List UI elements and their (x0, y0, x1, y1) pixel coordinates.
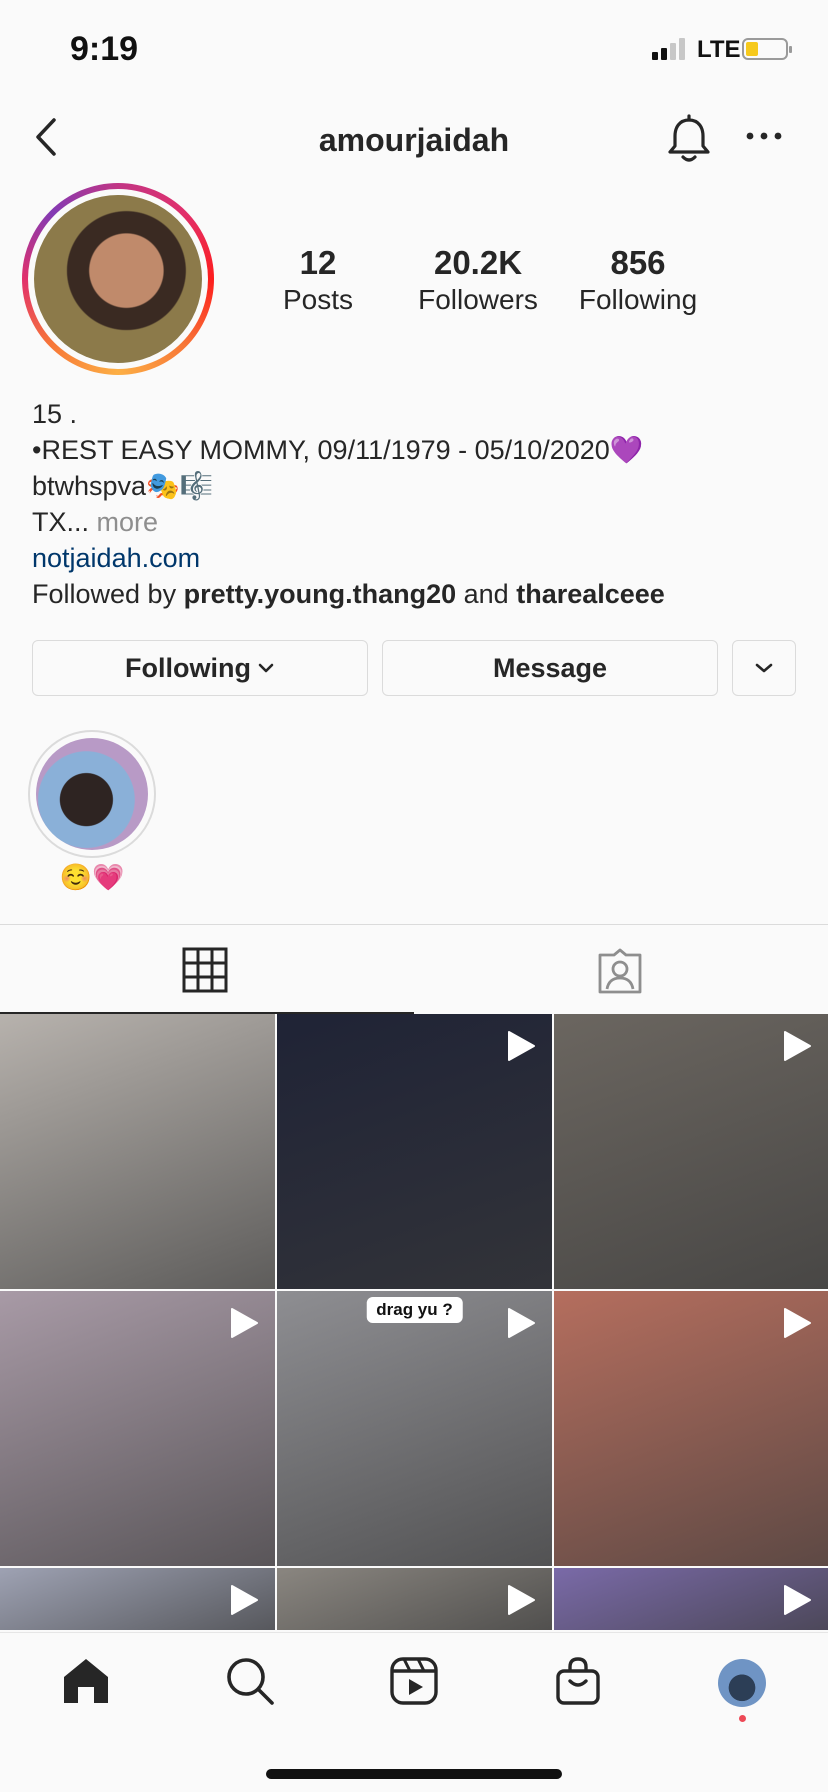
stat-followers[interactable]: 20.2K Followers (398, 244, 558, 316)
bio-location: TX... (32, 507, 90, 537)
profile-header: amourjaidah (0, 100, 828, 180)
story-highlight[interactable] (28, 730, 156, 858)
stat-posts-count: 12 (299, 244, 337, 281)
bio-line: btwhspva🎭🎼 (32, 471, 214, 501)
home-icon[interactable] (60, 1655, 112, 1707)
post-thumbnail[interactable] (0, 1568, 275, 1630)
bio-line: TX... more (32, 504, 802, 540)
post-thumbnail[interactable] (277, 1568, 552, 1630)
stat-posts[interactable]: 12 Posts (238, 244, 398, 316)
chevron-down-icon (258, 663, 274, 673)
signal-icon (652, 38, 685, 60)
post-thumbnail[interactable] (554, 1568, 828, 1630)
post-thumbnail[interactable] (554, 1014, 828, 1289)
stat-following-label: Following (578, 284, 698, 315)
bio-line: •REST EASY MOMMY, 09/11/1979 - 05/10/202… (32, 435, 644, 465)
play-icon (508, 1308, 535, 1338)
tagged-icon[interactable] (596, 947, 644, 995)
notification-dot (739, 1715, 746, 1722)
play-icon (784, 1585, 811, 1615)
post-thumbnail[interactable] (0, 1014, 275, 1289)
play-icon (231, 1585, 258, 1615)
post-thumbnail[interactable] (0, 1291, 275, 1566)
shop-icon[interactable] (552, 1655, 604, 1707)
play-icon (508, 1585, 535, 1615)
message-button[interactable]: Message (382, 640, 718, 696)
followed-by-user[interactable]: tharealceee (516, 579, 665, 609)
post-thumbnail[interactable] (277, 1014, 552, 1289)
message-button-label: Message (492, 652, 608, 683)
play-icon (784, 1031, 811, 1061)
avatar-image (34, 195, 202, 363)
followed-by-prefix: Followed by (32, 579, 177, 609)
stat-following[interactable]: 856 Following (558, 244, 718, 316)
network-label: LTE (697, 36, 741, 63)
stat-followers-label: Followers (418, 284, 538, 315)
play-icon (231, 1308, 258, 1338)
stat-posts-label: Posts (282, 284, 354, 315)
post-thumbnail[interactable]: drag yu ? (277, 1291, 552, 1566)
status-time: 9:19 (70, 30, 139, 68)
following-button-label: Following (125, 652, 251, 683)
following-button[interactable]: Following (32, 640, 368, 696)
play-icon (508, 1031, 535, 1061)
more-options-icon[interactable] (744, 128, 784, 144)
followed-by-user[interactable]: pretty.young.thang20 (184, 579, 457, 609)
status-bar: 9:19 LTE (0, 0, 828, 100)
battery-icon (742, 38, 792, 60)
grid-icon[interactable] (182, 947, 228, 993)
chevron-down-icon (755, 663, 773, 673)
suggested-accounts-button[interactable] (732, 640, 796, 696)
followed-by-and: and (463, 579, 509, 609)
profile-tabs (0, 924, 828, 1014)
reels-icon[interactable] (388, 1655, 440, 1707)
post-caption-overlay: drag yu ? (366, 1297, 463, 1323)
profile-bio: 15 . •REST EASY MOMMY, 09/11/1979 - 05/1… (32, 396, 802, 612)
highlight-cover (36, 738, 148, 850)
bottom-nav (0, 1632, 828, 1792)
highlight-label: ☺️💗 (59, 862, 125, 892)
home-indicator (266, 1769, 562, 1779)
profile-avatar[interactable] (22, 183, 214, 375)
website-link[interactable]: notjaidah.com (32, 540, 802, 576)
post-thumbnail[interactable] (554, 1291, 828, 1566)
search-icon[interactable] (224, 1655, 276, 1707)
followed-by[interactable]: Followed by pretty.young.thang20 and tha… (32, 576, 802, 612)
play-icon (784, 1308, 811, 1338)
bio-more-link[interactable]: more (97, 507, 159, 537)
stat-following-count: 856 (610, 244, 666, 281)
bell-icon[interactable] (664, 114, 714, 166)
stat-followers-count: 20.2K (433, 244, 523, 281)
post-grid: drag yu ? (0, 1014, 828, 1630)
profile-tab-avatar[interactable] (718, 1659, 766, 1707)
bio-line: 15 . (32, 399, 78, 429)
